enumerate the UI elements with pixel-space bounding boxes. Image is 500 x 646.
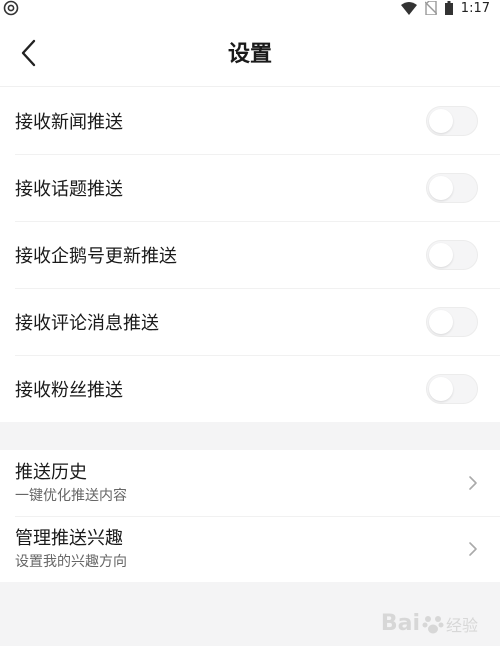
nav-title: 管理推送兴趣 bbox=[15, 527, 123, 549]
push-toggle-list: 接收新闻推送 接收话题推送 接收企鹅号更新推送 接收评论消息推送 接收粉丝推送 bbox=[0, 87, 500, 422]
status-icons: 1:17 bbox=[400, 0, 490, 16]
page-title: 设置 bbox=[227, 42, 272, 67]
toggle-label: 接收企鹅号更新推送 bbox=[15, 245, 177, 267]
topics-push-switch[interactable] bbox=[426, 172, 478, 203]
status-bar: 1:17 bbox=[0, 0, 500, 16]
nav-subtitle: 一键优化推送内容 bbox=[15, 487, 127, 504]
paw-icon bbox=[422, 615, 444, 633]
nav-text: 推送历史 一键优化推送内容 bbox=[15, 461, 127, 506]
comments-push-switch[interactable] bbox=[426, 306, 478, 337]
switch-knob bbox=[429, 175, 453, 200]
push-nav-list: 推送历史 一键优化推送内容 管理推送兴趣 设置我的兴趣方向 bbox=[0, 450, 500, 582]
toggle-label: 接收粉丝推送 bbox=[15, 379, 123, 401]
switch-knob bbox=[429, 108, 453, 133]
news-push-switch[interactable] bbox=[426, 105, 478, 136]
nav-title: 推送历史 bbox=[15, 461, 87, 483]
nav-item-manage-interests[interactable]: 管理推送兴趣 设置我的兴趣方向 bbox=[0, 516, 500, 582]
toggle-label: 接收评论消息推送 bbox=[15, 312, 159, 334]
toggle-label: 接收新闻推送 bbox=[15, 111, 123, 133]
nav-subtitle: 设置我的兴趣方向 bbox=[15, 553, 127, 570]
baidu-watermark: Bai 经验 bbox=[381, 611, 478, 636]
chevron-right-icon bbox=[469, 542, 477, 556]
toggle-row-penguin-account: 接收企鹅号更新推送 bbox=[0, 221, 500, 288]
wifi-icon bbox=[400, 1, 417, 15]
status-time: 1:17 bbox=[460, 0, 490, 16]
penguin-account-push-switch[interactable] bbox=[426, 239, 478, 270]
header: 设置 bbox=[0, 16, 500, 87]
battery-icon bbox=[444, 1, 453, 15]
nav-text: 管理推送兴趣 设置我的兴趣方向 bbox=[15, 527, 127, 572]
chevron-right-icon bbox=[469, 476, 477, 490]
toggle-row-topics: 接收话题推送 bbox=[0, 154, 500, 221]
toggle-row-fans: 接收粉丝推送 bbox=[0, 355, 500, 422]
app-notification-icon bbox=[3, 0, 19, 16]
fans-push-switch[interactable] bbox=[426, 373, 478, 404]
toggle-label: 接收话题推送 bbox=[15, 178, 123, 200]
watermark-text: Bai bbox=[380, 611, 420, 636]
toggle-row-comments: 接收评论消息推送 bbox=[0, 288, 500, 355]
toggle-row-news: 接收新闻推送 bbox=[0, 87, 500, 154]
no-sim-icon bbox=[424, 1, 437, 15]
switch-knob bbox=[429, 376, 453, 401]
switch-knob bbox=[429, 242, 453, 267]
switch-knob bbox=[429, 309, 453, 334]
watermark-suffix: 经验 bbox=[445, 615, 478, 635]
nav-item-push-history[interactable]: 推送历史 一键优化推送内容 bbox=[0, 450, 500, 516]
section-divider bbox=[0, 422, 500, 450]
